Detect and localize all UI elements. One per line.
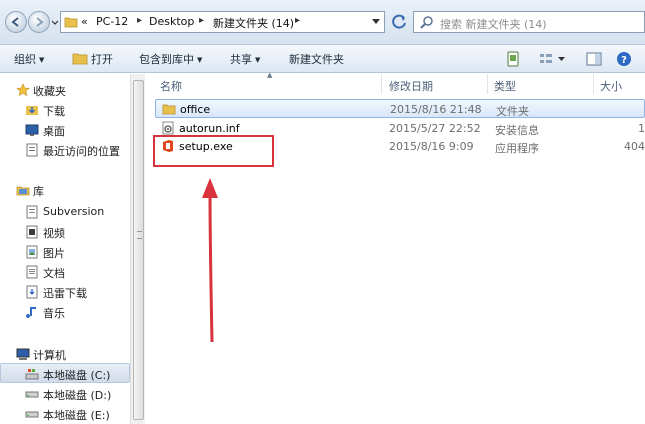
scrollbar-thumb[interactable] bbox=[133, 80, 144, 420]
file-date: 2015/8/16 9:09 bbox=[389, 140, 474, 153]
star-icon bbox=[16, 83, 30, 97]
breadcrumb-separator-icon[interactable]: ▸ bbox=[199, 15, 204, 26]
folder-icon bbox=[162, 104, 176, 115]
music-note-icon bbox=[26, 307, 36, 318]
arrow-left-icon bbox=[11, 17, 19, 27]
document-library-icon bbox=[26, 265, 38, 279]
column-divider[interactable] bbox=[487, 74, 488, 94]
nav-computer[interactable]: 计算机 bbox=[0, 344, 130, 364]
refresh-icon[interactable] bbox=[388, 11, 410, 33]
preview-app-icon[interactable] bbox=[505, 51, 521, 67]
file-name: autorun.inf bbox=[179, 122, 240, 135]
breadcrumb-pc[interactable]: PC-12 bbox=[96, 15, 128, 28]
nav-item-drive-c[interactable]: 本地磁盘 (C:) bbox=[0, 363, 130, 383]
new-folder-button[interactable]: 新建文件夹 bbox=[289, 51, 344, 67]
nav-libraries[interactable]: 库 bbox=[0, 180, 130, 200]
nav-item-pictures[interactable]: 图片 bbox=[0, 242, 130, 262]
share-button[interactable]: 共享 ▼ bbox=[230, 51, 260, 67]
nav-item-desktop[interactable]: 桌面 bbox=[0, 120, 130, 140]
file-name: office bbox=[180, 103, 211, 116]
navigation-scrollbar[interactable] bbox=[130, 74, 145, 424]
column-divider[interactable] bbox=[381, 74, 382, 94]
system-drive-icon bbox=[25, 369, 39, 380]
file-row-office[interactable]: office 2015/8/16 21:48 文件夹 bbox=[155, 99, 645, 118]
nav-item-documents[interactable]: 文档 bbox=[0, 262, 130, 282]
open-button[interactable]: 打开 bbox=[91, 51, 113, 67]
svg-text:?: ? bbox=[621, 55, 627, 66]
command-bar: 组织 ▼ 打开 包含到库中 ▼ 共享 ▼ 新建文件夹 ? bbox=[0, 45, 645, 73]
drive-icon bbox=[25, 411, 39, 418]
search-icon bbox=[420, 16, 433, 29]
recent-places-icon bbox=[26, 143, 38, 157]
file-type: 安装信息 bbox=[495, 124, 539, 137]
nav-item-music[interactable]: 音乐 bbox=[0, 302, 130, 322]
column-header-size[interactable]: 大小 bbox=[600, 74, 622, 94]
preview-pane-icon[interactable] bbox=[586, 51, 602, 67]
breadcrumb-separator-icon[interactable]: ▸ bbox=[295, 15, 300, 26]
desktop-icon bbox=[25, 124, 39, 136]
address-bar: « PC-12 ▸ Desktop ▸ 新建文件夹 (14) ▸ 搜索 新建文件… bbox=[0, 0, 645, 45]
video-library-icon bbox=[26, 225, 38, 239]
recent-pages-chevron-icon[interactable] bbox=[50, 18, 60, 28]
computer-icon bbox=[16, 348, 30, 360]
settings-file-icon bbox=[162, 121, 174, 135]
column-header-date[interactable]: 修改日期 bbox=[389, 74, 433, 94]
file-size: 404 bbox=[624, 140, 645, 153]
nav-favorites[interactable]: 收藏夹 bbox=[0, 80, 130, 100]
nav-item-recent-places[interactable]: 最近访问的位置 bbox=[0, 140, 130, 160]
nav-item-drive-e[interactable]: 本地磁盘 (E:) bbox=[0, 404, 130, 424]
scrollbar-grip-icon bbox=[137, 231, 142, 239]
breadcrumb-folder[interactable]: 新建文件夹 (14) bbox=[213, 15, 294, 31]
include-in-library-button[interactable]: 包含到库中 ▼ bbox=[139, 51, 202, 67]
column-divider[interactable] bbox=[593, 74, 594, 94]
address-box[interactable]: « PC-12 ▸ Desktop ▸ 新建文件夹 (14) ▸ bbox=[60, 11, 385, 33]
column-headers: ▲ 名称 修改日期 类型 大小 bbox=[145, 71, 645, 94]
breadcrumb-desktop[interactable]: Desktop bbox=[149, 15, 194, 28]
organize-button[interactable]: 组织 ▼ bbox=[14, 51, 44, 67]
forward-button[interactable] bbox=[28, 11, 50, 33]
nav-item-videos[interactable]: 视频 bbox=[0, 222, 130, 242]
navigation-pane: 收藏夹 下载 桌面 最近访问的位置 库 Subversion 视频 图片 文档 … bbox=[0, 74, 130, 424]
folder-icon bbox=[64, 17, 78, 28]
open-app-icon bbox=[72, 53, 88, 65]
nav-item-thunder-downloads[interactable]: 迅雷下载 bbox=[0, 282, 130, 302]
nav-item-subversion[interactable]: Subversion bbox=[0, 202, 130, 222]
file-size: 1 bbox=[638, 122, 645, 135]
nav-item-drive-d[interactable]: 本地磁盘 (D:) bbox=[0, 384, 130, 404]
drive-icon bbox=[25, 391, 39, 398]
column-header-name[interactable]: 名称 bbox=[160, 74, 182, 94]
back-button[interactable] bbox=[5, 11, 27, 33]
breadcrumb-separator-icon[interactable]: ▸ bbox=[137, 15, 142, 26]
search-input[interactable]: 搜索 新建文件夹 (14) bbox=[413, 11, 645, 33]
address-dropdown-icon[interactable] bbox=[372, 19, 380, 25]
help-icon[interactable]: ? bbox=[616, 51, 632, 67]
file-type: 文件夹 bbox=[496, 105, 529, 118]
file-date: 2015/5/27 22:52 bbox=[389, 122, 481, 135]
sort-ascending-icon: ▲ bbox=[267, 71, 273, 79]
breadcrumb-overflow[interactable]: « bbox=[81, 15, 88, 28]
nav-item-downloads[interactable]: 下载 bbox=[0, 100, 130, 120]
view-dropdown-icon[interactable] bbox=[558, 57, 565, 62]
view-options-icon[interactable] bbox=[538, 51, 554, 67]
annotation-arrow-icon bbox=[202, 178, 218, 343]
downloads-folder-icon bbox=[26, 106, 38, 115]
search-placeholder: 搜索 新建文件夹 (14) bbox=[440, 18, 547, 31]
library-icon bbox=[16, 186, 30, 196]
arrow-right-icon bbox=[36, 17, 44, 27]
file-type: 应用程序 bbox=[495, 142, 539, 155]
download-library-icon bbox=[26, 285, 38, 299]
annotation-highlight-box bbox=[153, 135, 274, 167]
document-library-icon bbox=[26, 205, 38, 219]
file-date: 2015/8/16 21:48 bbox=[390, 103, 482, 116]
column-header-type[interactable]: 类型 bbox=[494, 74, 516, 94]
picture-library-icon bbox=[26, 245, 38, 259]
